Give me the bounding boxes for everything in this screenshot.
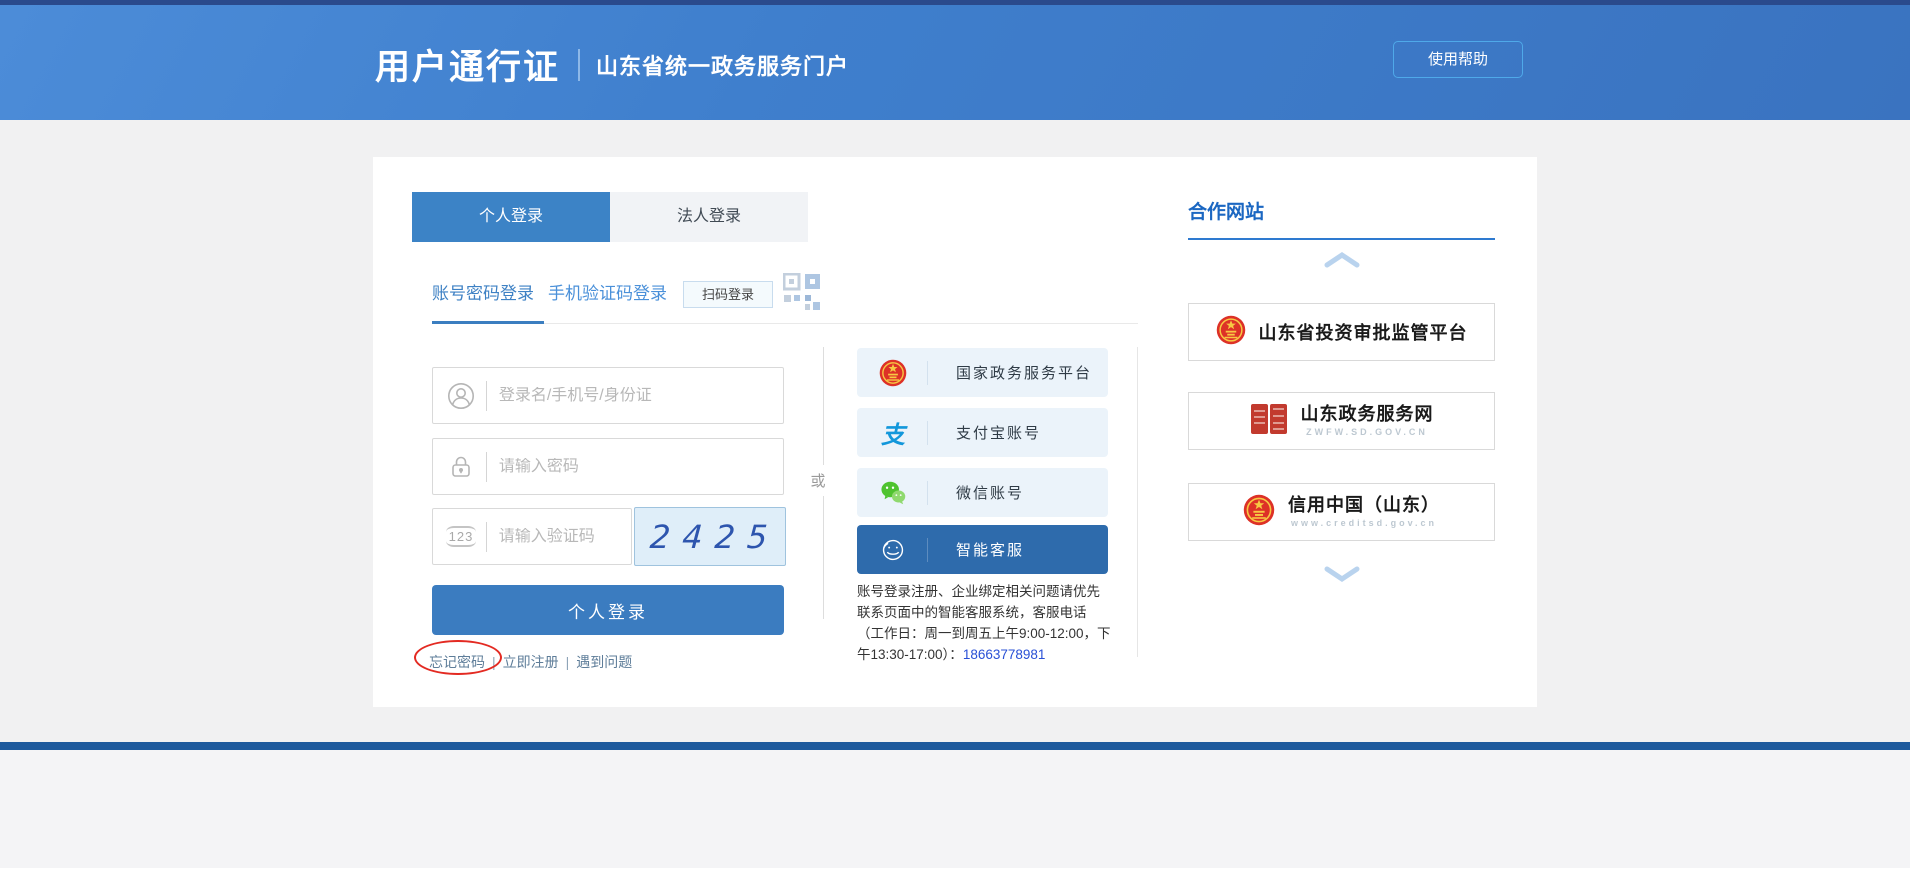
button-divider	[927, 481, 928, 505]
method-password-login[interactable]: 账号密码登录	[432, 279, 534, 304]
link-separator: |	[492, 654, 496, 670]
smart-service-icon	[878, 535, 908, 565]
captcha-123-icon: 123	[446, 522, 476, 552]
help-button[interactable]: 使用帮助	[1393, 41, 1523, 78]
active-method-underline	[432, 321, 544, 324]
login-helper-links: 忘记密码 | 立即注册 | 遇到问题	[429, 652, 632, 672]
qr-code-icon[interactable]	[783, 273, 821, 311]
brand: 用户通行证 山东省统一政务服务门户	[375, 39, 849, 90]
problem-link[interactable]: 遇到问题	[576, 654, 632, 670]
national-emblem-icon	[1243, 494, 1275, 531]
portal-subtitle: 山东省统一政务服务门户	[596, 49, 849, 81]
button-divider	[927, 538, 928, 562]
partner-card-investment-platform[interactable]: 山东省投资审批监管平台	[1188, 303, 1495, 361]
tab-corporate-login[interactable]: 法人登录	[610, 192, 808, 242]
captcha-input[interactable]	[499, 528, 631, 546]
username-field-wrapper	[432, 367, 784, 424]
lock-icon	[446, 452, 476, 482]
button-divider	[927, 421, 928, 445]
button-divider	[927, 361, 928, 385]
service-phone-link[interactable]: 18663778981	[963, 647, 1046, 662]
personal-login-submit-button[interactable]: 个人登录	[432, 585, 784, 635]
captcha-code: 2425	[639, 518, 781, 556]
partners-title-underline	[1188, 238, 1495, 240]
account-type-tabs: 个人登录 法人登录	[412, 192, 808, 242]
register-link[interactable]: 立即注册	[503, 654, 559, 670]
partner-card-government-service-site[interactable]: 山东政务服务网 ZWFW.SD.GOV.CN	[1188, 392, 1495, 450]
page: 用户通行证 山东省统一政务服务门户 使用帮助 个人登录 法人登录 账号密码登录 …	[0, 0, 1910, 891]
password-input[interactable]	[499, 458, 783, 476]
national-platform-login-button[interactable]: 国家政务服务平台	[857, 348, 1108, 397]
wechat-icon	[878, 478, 908, 508]
national-emblem-icon	[878, 358, 908, 388]
header: 用户通行证 山东省统一政务服务门户 使用帮助	[0, 5, 1910, 120]
forgot-password-link[interactable]: 忘记密码	[429, 654, 485, 670]
brand-divider	[578, 49, 580, 81]
partners-title: 合作网站	[1188, 197, 1264, 224]
login-method-tabs: 账号密码登录 手机验证码登录	[432, 279, 667, 304]
smart-customer-service-button[interactable]: 智能客服	[857, 525, 1108, 574]
partner-card-credit-china-shandong[interactable]: 信用中国（山东） www.creditsd.gov.cn	[1188, 483, 1495, 541]
alipay-login-button[interactable]: 支 支付宝账号	[857, 408, 1108, 457]
panel-vertical-separator	[1137, 347, 1138, 657]
or-label: 或	[801, 465, 835, 496]
field-divider	[486, 381, 487, 411]
wechat-login-button[interactable]: 微信账号	[857, 468, 1108, 517]
link-separator: |	[566, 654, 570, 670]
red-seal-icon	[1250, 403, 1288, 440]
captcha-image[interactable]: 2425	[634, 507, 786, 566]
footer: 党政机关 山东省人民政府主办 山东省人民政府办公厅承办 山东省人民政府版权所有 …	[0, 750, 1910, 868]
username-input[interactable]	[499, 387, 783, 405]
user-icon	[446, 381, 476, 411]
alipay-icon: 支	[878, 418, 908, 448]
customer-service-notice: 账号登录注册、企业绑定相关问题请优先联系页面中的智能客服系统，客服电话（工作日：…	[857, 581, 1111, 665]
field-divider	[486, 452, 487, 482]
password-field-wrapper	[432, 438, 784, 495]
partner-site-url: www.creditsd.gov.cn	[1291, 518, 1437, 528]
footer-accent-bar	[0, 742, 1910, 750]
captcha-field-wrapper: 123	[432, 508, 632, 565]
partners-scroll-down-icon[interactable]	[1323, 565, 1361, 583]
partner-site-url: ZWFW.SD.GOV.CN	[1306, 427, 1428, 437]
partners-scroll-up-icon[interactable]	[1323, 251, 1361, 269]
field-divider	[486, 522, 487, 552]
national-emblem-icon	[1216, 315, 1246, 350]
app-title: 用户通行证	[375, 39, 560, 90]
login-panel: 个人登录 法人登录 账号密码登录 手机验证码登录 扫码登录	[373, 157, 1537, 707]
method-scan-login[interactable]: 扫码登录	[683, 281, 773, 308]
method-sms-login[interactable]: 手机验证码登录	[548, 279, 667, 304]
tab-personal-login[interactable]: 个人登录	[412, 192, 610, 242]
